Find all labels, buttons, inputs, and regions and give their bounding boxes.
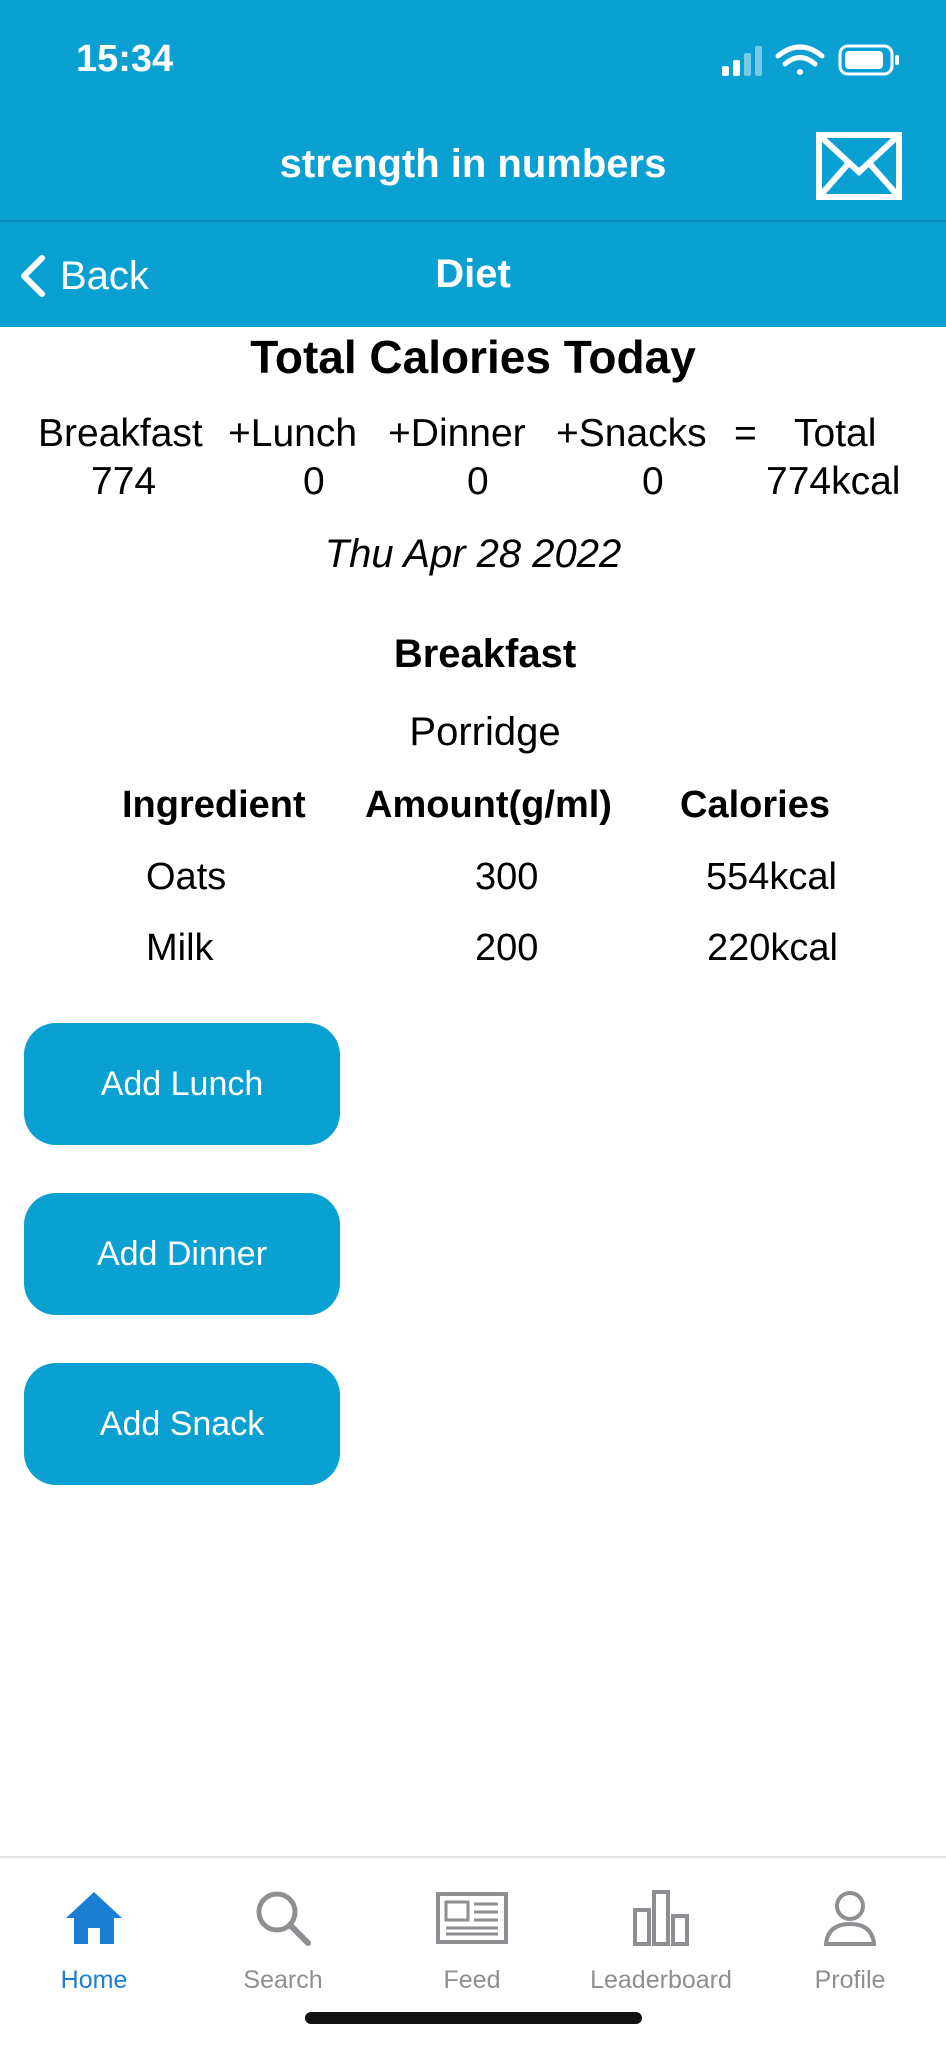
dinner-value: 0 bbox=[467, 460, 489, 503]
tab-leaderboard-label: Leaderboard bbox=[590, 1966, 732, 1994]
status-icons bbox=[722, 44, 899, 76]
amount-cell: 200 bbox=[475, 927, 539, 969]
ingredient-cell: Oats bbox=[146, 856, 227, 898]
date-label: Thu Apr 28 2022 bbox=[324, 532, 622, 576]
total-value: 774kcal bbox=[766, 460, 901, 503]
lunch-value: 0 bbox=[303, 460, 325, 503]
bar-chart-icon bbox=[633, 1890, 689, 1946]
column-header-calories: Calories bbox=[680, 784, 830, 826]
dinner-label: +Dinner bbox=[388, 412, 526, 455]
tab-search-label: Search bbox=[243, 1966, 323, 1994]
envelope-icon[interactable] bbox=[816, 132, 902, 200]
total-calories-title: Total Calories Today bbox=[250, 331, 696, 383]
calories-cell: 220kcal bbox=[707, 927, 838, 969]
tab-profile[interactable]: Profile bbox=[760, 1874, 940, 1994]
top-header: 15:34 strength in numbers Back Diet bbox=[0, 0, 946, 327]
amount-cell: 300 bbox=[475, 856, 539, 898]
home-indicator bbox=[305, 2012, 642, 2024]
tab-home-label: Home bbox=[60, 1966, 128, 1994]
lunch-label: +Lunch bbox=[228, 412, 358, 455]
dish-name: Porridge bbox=[409, 710, 561, 754]
snacks-value: 0 bbox=[642, 460, 664, 503]
add-dinner-button[interactable]: Add Dinner bbox=[24, 1193, 340, 1315]
battery-icon bbox=[838, 44, 899, 76]
snacks-label: +Snacks bbox=[556, 412, 707, 455]
add-lunch-button[interactable]: Add Lunch bbox=[24, 1023, 340, 1145]
breakfast-value: 774 bbox=[91, 460, 157, 503]
home-icon bbox=[66, 1892, 122, 1944]
status-time: 15:34 bbox=[76, 38, 174, 80]
person-icon bbox=[823, 1891, 877, 1946]
tab-home[interactable]: Home bbox=[4, 1874, 184, 1994]
ingredient-cell: Milk bbox=[146, 927, 214, 969]
search-icon bbox=[256, 1891, 311, 1946]
signal-icon bbox=[722, 46, 762, 76]
tab-leaderboard[interactable]: Leaderboard bbox=[571, 1874, 751, 1994]
breakfast-label: Breakfast bbox=[38, 412, 203, 455]
calories-cell: 554kcal bbox=[706, 856, 837, 898]
app-title: strength in numbers bbox=[279, 142, 667, 186]
tab-feed[interactable]: Feed bbox=[382, 1874, 562, 1994]
equals-sign: = bbox=[734, 412, 757, 455]
header-divider bbox=[0, 220, 946, 222]
wifi-icon bbox=[775, 44, 825, 75]
newspaper-icon bbox=[436, 1892, 508, 1944]
add-snack-button[interactable]: Add Snack bbox=[24, 1363, 340, 1485]
meal-heading: Breakfast bbox=[393, 632, 577, 676]
total-label: Total bbox=[794, 412, 877, 455]
tab-feed-label: Feed bbox=[443, 1966, 501, 1994]
tab-profile-label: Profile bbox=[814, 1966, 886, 1994]
page-title: Diet bbox=[435, 252, 511, 296]
column-header-amount: Amount(g/ml) bbox=[365, 784, 612, 826]
tab-search[interactable]: Search bbox=[193, 1874, 373, 1994]
column-header-ingredient: Ingredient bbox=[122, 784, 306, 826]
